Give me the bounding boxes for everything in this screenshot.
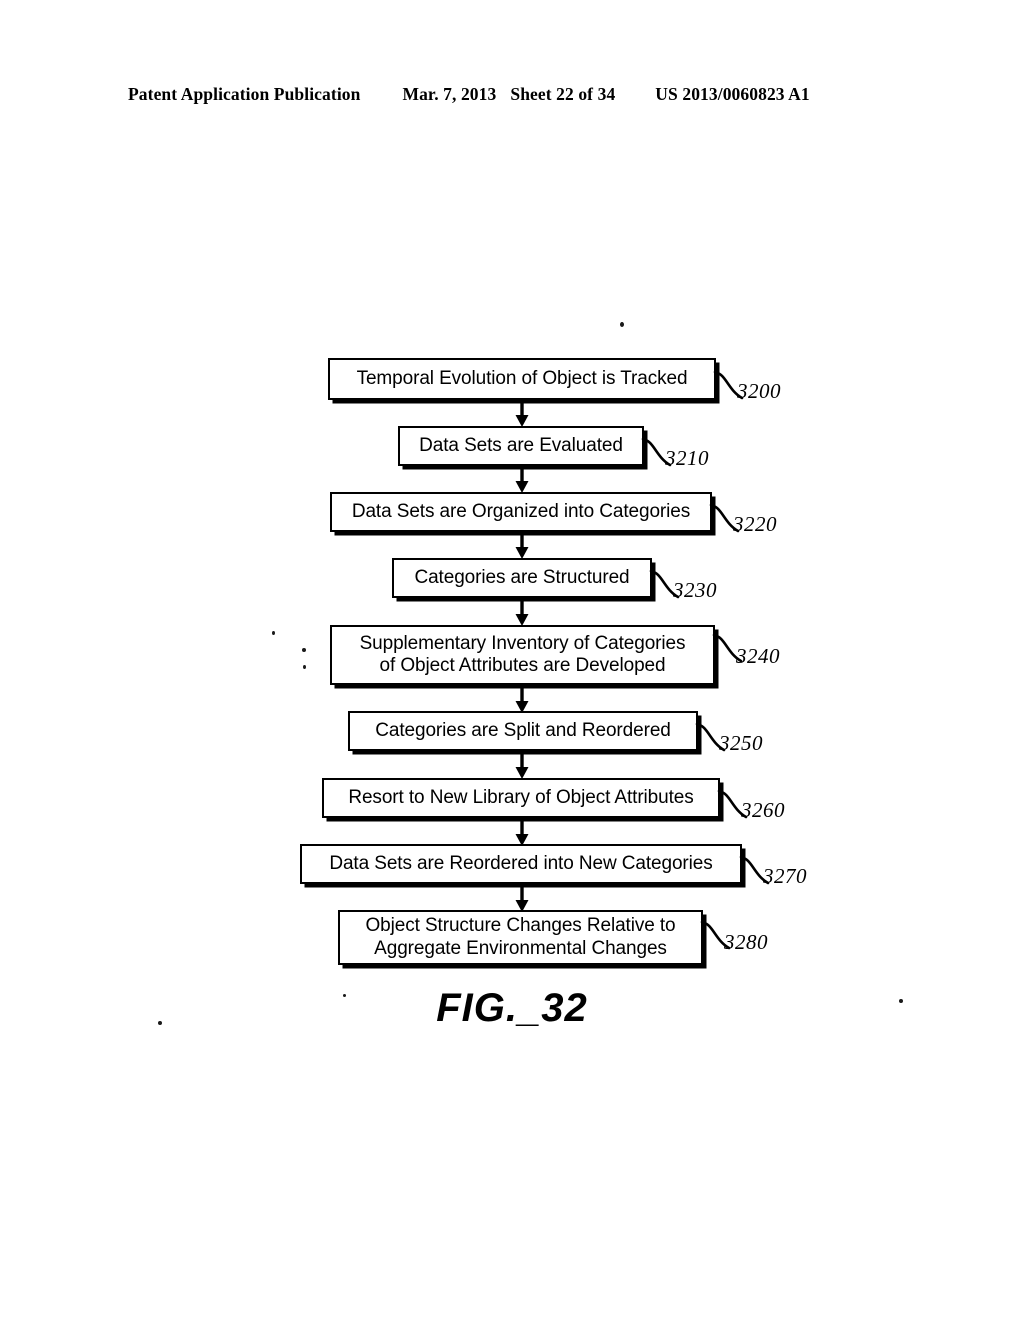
flow-arrow-3270-3280 [515, 884, 529, 912]
scan-artifact [620, 322, 624, 327]
flow-node-3240-label-line2: of Object Attributes are Developed [379, 655, 666, 676]
flow-ref-3280: 3280 [724, 930, 768, 954]
flow-node-3250-label: Categories are Split and Reordered [375, 720, 671, 742]
flow-node-3240[interactable]: Supplementary Inventory of Categories of… [330, 625, 715, 685]
flow-node-3260-label: Resort to New Library of Object Attribut… [348, 787, 694, 809]
flow-node-3230-label: Categories are Structured [414, 567, 630, 589]
flow-arrow-3250-3260 [515, 751, 529, 779]
flow-node-3240-label-line1: Supplementary Inventory of Categories [359, 632, 686, 654]
patent-page: Patent Application Publication Mar. 7, 2… [0, 0, 1024, 1320]
flow-ref-3240: 3240 [736, 644, 780, 668]
flow-arrow-3210-3220 [515, 466, 529, 493]
flow-ref-3270: 3270 [763, 864, 807, 888]
flow-node-3260[interactable]: Resort to New Library of Object Attribut… [322, 778, 720, 818]
flow-arrow-3200-3210 [515, 400, 529, 427]
flow-node-3210-label: Data Sets are Evaluated [419, 435, 623, 457]
flow-ref-3210: 3210 [665, 446, 709, 470]
flow-ref-3250: 3250 [719, 731, 763, 755]
flow-node-3250[interactable]: Categories are Split and Reordered [348, 711, 698, 751]
flow-ref-3220: 3220 [733, 512, 777, 536]
flow-node-3270[interactable]: Data Sets are Reordered into New Categor… [300, 844, 742, 884]
flow-node-3200-label: Temporal Evolution of Object is Tracked [356, 368, 688, 390]
figure-caption: FIG._32 [436, 986, 588, 1030]
flow-ref-3260: 3260 [741, 798, 785, 822]
scan-artifact [303, 665, 306, 669]
flow-node-3230[interactable]: Categories are Structured [392, 558, 652, 598]
scan-artifact [302, 648, 306, 652]
flow-ref-3200: 3200 [737, 379, 781, 403]
flow-node-3270-label: Data Sets are Reordered into New Categor… [329, 853, 713, 875]
flow-node-3200[interactable]: Temporal Evolution of Object is Tracked [328, 358, 716, 400]
flow-node-3280-label-line1: Object Structure Changes Relative to [365, 915, 676, 937]
flow-arrow-3240-3250 [515, 685, 529, 713]
flow-arrow-3260-3270 [515, 818, 529, 846]
flow-arrow-3220-3230 [515, 532, 529, 559]
flow-node-3280[interactable]: Object Structure Changes Relative to Agg… [338, 910, 703, 965]
flowchart-diagram: Temporal Evolution of Object is Tracked … [0, 0, 1024, 1320]
flow-node-3220-label: Data Sets are Organized into Categories [351, 501, 691, 523]
flow-ref-3230: 3230 [673, 578, 717, 602]
flow-node-3210[interactable]: Data Sets are Evaluated [398, 426, 644, 466]
scan-artifact [272, 631, 275, 635]
flow-arrow-3230-3240 [515, 598, 529, 626]
flow-node-3220[interactable]: Data Sets are Organized into Categories [330, 492, 712, 532]
flow-node-3280-label-line2: Aggregate Environmental Changes [374, 937, 667, 959]
